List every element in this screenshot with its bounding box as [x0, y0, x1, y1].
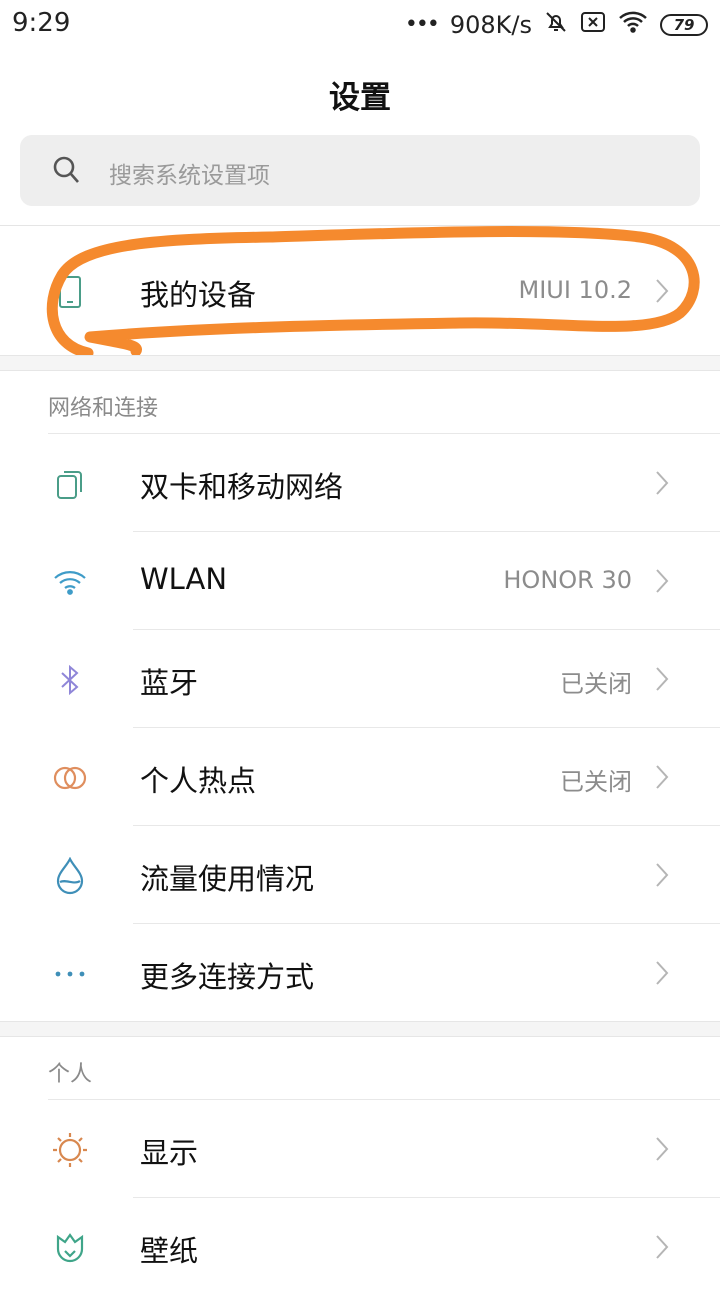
chevron-right-icon — [654, 763, 670, 795]
item-label: 壁纸 — [140, 1234, 199, 1268]
settings-item-more-connections[interactable]: 更多连接方式 — [0, 924, 720, 1022]
settings-item-display[interactable]: 显示 — [0, 1100, 720, 1198]
my-device-label: 我的设备 — [140, 278, 257, 312]
battery-icon: 79 — [660, 14, 708, 36]
chevron-right-icon — [654, 567, 670, 599]
item-value: 已关闭 — [560, 670, 632, 698]
settings-item-wlan[interactable]: WLAN HONOR 30 — [0, 532, 720, 630]
status-time: 9:29 — [12, 8, 71, 38]
sim-card-icon — [48, 466, 92, 502]
bluetooth-icon — [48, 662, 92, 698]
network-speed: 908K/s — [449, 11, 532, 39]
sun-icon — [48, 1132, 92, 1168]
section-gap — [0, 1021, 720, 1037]
chevron-right-icon — [654, 959, 670, 991]
chevron-right-icon — [654, 1233, 670, 1265]
bell-muted-icon — [544, 10, 568, 40]
item-value: HONOR 30 — [503, 566, 632, 594]
section-header-personal: 个人 — [48, 1062, 93, 1087]
chevron-right-icon — [654, 665, 670, 697]
search-placeholder: 搜索系统设置项 — [109, 163, 270, 189]
settings-item-hotspot[interactable]: 个人热点 已关闭 — [0, 728, 720, 826]
page-title: 设置 — [329, 80, 391, 116]
settings-item-data-usage[interactable]: 流量使用情况 — [0, 826, 720, 924]
section-header-network: 网络和连接 — [48, 396, 159, 421]
more-notifications-icon: ••• — [404, 12, 440, 37]
item-label: 更多连接方式 — [140, 960, 315, 994]
item-label: 蓝牙 — [140, 666, 199, 700]
chevron-right-icon — [654, 277, 670, 309]
chevron-right-icon — [654, 861, 670, 893]
tulip-icon — [48, 1230, 92, 1266]
settings-item-dual-sim[interactable]: 双卡和移动网络 — [0, 434, 720, 532]
status-bar: 9:29 ••• 908K/s 79 — [0, 0, 720, 52]
water-drop-icon — [48, 857, 92, 895]
wifi-status-icon — [618, 10, 648, 40]
item-value: 已关闭 — [560, 768, 632, 796]
item-label: 双卡和移动网络 — [140, 470, 344, 504]
miui-version: MIUI 10.2 — [518, 276, 633, 304]
search-icon — [52, 155, 80, 189]
item-label: 显示 — [140, 1136, 199, 1170]
item-label: 个人热点 — [140, 764, 257, 798]
phone-icon — [48, 274, 92, 310]
settings-item-wallpaper[interactable]: 壁纸 — [0, 1198, 720, 1296]
search-input[interactable]: 搜索系统设置项 — [20, 135, 700, 206]
section-gap — [0, 355, 720, 371]
chevron-right-icon — [654, 1135, 670, 1167]
hotspot-icon — [48, 760, 92, 796]
item-label: WLAN — [140, 562, 228, 596]
my-device-row[interactable]: 我的设备 MIUI 10.2 — [0, 242, 720, 340]
item-label: 流量使用情况 — [140, 862, 315, 896]
settings-item-bluetooth[interactable]: 蓝牙 已关闭 — [0, 630, 720, 728]
chevron-right-icon — [654, 469, 670, 501]
wifi-icon — [48, 564, 92, 600]
status-icons: ••• 908K/s 79 — [405, 8, 708, 42]
no-sim-icon — [580, 11, 606, 39]
more-dots-icon — [48, 956, 92, 992]
divider — [0, 225, 720, 226]
